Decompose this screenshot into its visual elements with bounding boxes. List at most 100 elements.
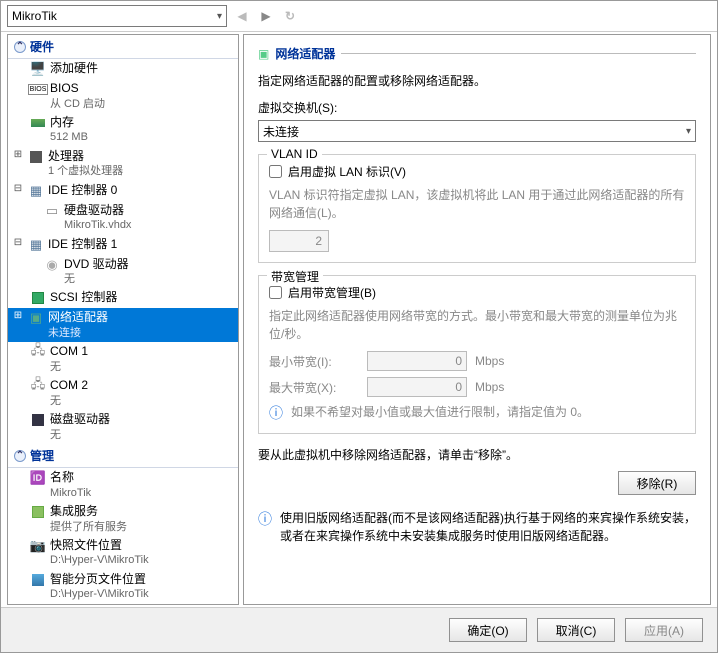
cpu-icon: [28, 149, 44, 165]
sidebar-item-ide1[interactable]: ⊟ ▦ IDE 控制器 1: [8, 235, 238, 255]
sidebar-scroll[interactable]: ⌃ 硬件 🖥️ 添加硬件 BIOS BIOS 从 CD 启动: [8, 35, 238, 604]
bandwidth-info: 如果不希望对最小值或最大值进行限制，请指定值为 0。: [291, 403, 589, 420]
sidebar-item-com2[interactable]: 🖧 COM 2 无: [8, 376, 238, 410]
sidebar-item-ide0[interactable]: ⊟ ▦ IDE 控制器 0: [8, 181, 238, 201]
sublabel: MikroTik: [50, 486, 91, 500]
memory-icon: [30, 115, 46, 131]
label: 添加硬件: [50, 61, 98, 77]
sidebar: ⌃ 硬件 🖥️ 添加硬件 BIOS BIOS 从 CD 启动: [7, 34, 239, 605]
sublabel: 无: [50, 394, 88, 408]
label: 智能分页文件位置: [50, 572, 149, 588]
sidebar-item-scsi[interactable]: SCSI 控制器: [8, 288, 238, 308]
scsi-icon: [30, 290, 46, 306]
network-adapter-icon: ▣: [258, 47, 269, 61]
bandwidth-group: 带宽管理 启用带宽管理(B) 指定此网络适配器使用网络带宽的方式。最小带宽和最大…: [258, 275, 696, 434]
refresh-icon[interactable]: ↻: [281, 7, 299, 25]
label: COM 1: [50, 344, 88, 360]
network-adapter-icon: ▣: [28, 310, 44, 326]
hard-disk-icon: ▭: [44, 203, 60, 219]
panel-title: 网络适配器: [275, 45, 335, 62]
sidebar-item-cpu[interactable]: ⊞ 处理器 1 个虚拟处理器: [8, 147, 238, 181]
collapse-icon: ⌃: [14, 450, 26, 462]
expand-icon[interactable]: ⊞: [12, 149, 24, 160]
sidebar-item-floppy[interactable]: 磁盘驱动器 无: [8, 410, 238, 444]
sidebar-item-network-adapter[interactable]: ⊞ ▣ 网络适配器 未连接: [8, 308, 238, 342]
info-icon: ⓘ: [258, 509, 272, 530]
bandwidth-enable-input[interactable]: [269, 286, 282, 299]
sublabel: 从 CD 启动: [50, 97, 105, 111]
panel-description: 指定网络适配器的配置或移除网络适配器。: [258, 72, 696, 89]
settings-window: MikroTik ▾ ◀ ▶ ↻ ⌃ 硬件 🖥️ 添加硬件 BIOS B: [0, 0, 718, 653]
cancel-button[interactable]: 取消(C): [537, 618, 615, 642]
vm-selector[interactable]: MikroTik ▾: [7, 5, 227, 27]
label: 网络适配器: [48, 310, 108, 326]
serial-port-icon: 🖧: [30, 344, 46, 360]
max-bandwidth-label: 最大带宽(X):: [269, 379, 359, 396]
add-hardware-icon: 🖥️: [30, 61, 46, 77]
sidebar-item-smart-paging[interactable]: 智能分页文件位置 D:\Hyper-V\MikroTik: [8, 570, 238, 604]
apply-button[interactable]: 应用(A): [625, 618, 703, 642]
sublabel: 512 MB: [50, 130, 88, 144]
label: IDE 控制器 0: [48, 183, 117, 199]
paging-icon: [30, 572, 46, 588]
virtual-switch-value: 未连接: [263, 123, 299, 140]
sidebar-item-add-hardware[interactable]: 🖥️ 添加硬件: [8, 59, 238, 79]
label: IDE 控制器 1: [48, 237, 117, 253]
vlan-enable-label: 启用虚拟 LAN 标识(V): [288, 163, 406, 180]
collapse-icon[interactable]: ⊟: [12, 183, 24, 194]
collapse-icon: ⌃: [14, 41, 26, 53]
chevron-down-icon: ▾: [217, 11, 222, 22]
vlan-group: VLAN ID 启用虚拟 LAN 标识(V) VLAN 标识符指定虚拟 LAN，…: [258, 154, 696, 263]
sidebar-item-hdd[interactable]: ▭ 硬盘驱动器 MikroTik.vhdx: [8, 201, 238, 235]
label: SCSI 控制器: [50, 290, 117, 306]
ok-button[interactable]: 确定(O): [449, 618, 527, 642]
sidebar-item-integration-services[interactable]: 集成服务 提供了所有服务: [8, 502, 238, 536]
section-hardware[interactable]: ⌃ 硬件: [8, 35, 238, 59]
bios-icon: BIOS: [30, 81, 46, 97]
vlan-enable-input[interactable]: [269, 165, 282, 178]
bandwidth-hint: 指定此网络适配器使用网络带宽的方式。最小带宽和最大带宽的测量单位为兆位/秒。: [269, 307, 685, 343]
sublabel: 无: [50, 428, 110, 442]
remove-button[interactable]: 移除(R): [618, 471, 696, 495]
sidebar-item-memory[interactable]: 内存 512 MB: [8, 113, 238, 147]
expand-icon[interactable]: ⊞: [12, 310, 24, 321]
floppy-icon: [30, 412, 46, 428]
max-bandwidth-input: [367, 377, 467, 397]
vlan-enable-checkbox[interactable]: 启用虚拟 LAN 标识(V): [269, 163, 685, 180]
sidebar-item-snapshot-location[interactable]: 📷 快照文件位置 D:\Hyper-V\MikroTik: [8, 536, 238, 570]
label: BIOS: [50, 81, 105, 97]
virtual-switch-label: 虚拟交换机(S):: [258, 99, 696, 116]
virtual-switch-select[interactable]: 未连接 ▾: [258, 120, 696, 142]
content-panel: ▣ 网络适配器 指定网络适配器的配置或移除网络适配器。 虚拟交换机(S): 未连…: [243, 34, 711, 605]
nav-back-icon: ◀: [233, 7, 251, 25]
label: 磁盘驱动器: [50, 412, 110, 428]
section-hardware-label: 硬件: [30, 38, 54, 55]
vlan-id-input: [269, 230, 329, 252]
controller-icon: ▦: [28, 237, 44, 253]
collapse-icon[interactable]: ⊟: [12, 237, 24, 248]
legacy-adapter-tip: ⓘ 使用旧版网络适配器(而不是该网络适配器)执行基于网络的来宾操作系统安装，或者…: [258, 509, 696, 545]
sidebar-item-com1[interactable]: 🖧 COM 1 无: [8, 342, 238, 376]
sidebar-item-bios[interactable]: BIOS BIOS 从 CD 启动: [8, 79, 238, 113]
bandwidth-legend: 带宽管理: [267, 268, 323, 285]
sublabel: 无: [64, 272, 129, 286]
sublabel: MikroTik.vhdx: [64, 218, 131, 232]
serial-port-icon: 🖧: [30, 378, 46, 394]
sidebar-item-dvd[interactable]: ◉ DVD 驱动器 无: [8, 255, 238, 289]
bandwidth-enable-label: 启用带宽管理(B): [288, 284, 376, 301]
bandwidth-enable-checkbox[interactable]: 启用带宽管理(B): [269, 284, 685, 301]
sublabel: 提供了所有服务: [50, 520, 127, 534]
remove-section: 要从此虚拟机中移除网络适配器，请单击“移除”。 移除(R): [258, 446, 696, 495]
section-management[interactable]: ⌃ 管理: [8, 444, 238, 468]
name-icon: 🆔: [30, 470, 46, 486]
toolbar: MikroTik ▾ ◀ ▶ ↻: [1, 1, 717, 32]
info-icon: ⓘ: [269, 403, 283, 423]
vlan-hint: VLAN 标识符指定虚拟 LAN，该虚拟机将此 LAN 用于通过此网络适配器的所…: [269, 186, 685, 222]
sidebar-item-name[interactable]: 🆔 名称 MikroTik: [8, 468, 238, 502]
sublabel: D:\Hyper-V\MikroTik: [50, 587, 149, 601]
sublabel: 无: [50, 360, 88, 374]
nav-forward-icon: ▶: [257, 7, 275, 25]
snapshot-icon: 📷: [30, 538, 46, 554]
remove-text: 要从此虚拟机中移除网络适配器，请单击“移除”。: [258, 446, 696, 463]
sublabel: D:\Hyper-V\MikroTik: [50, 553, 149, 567]
